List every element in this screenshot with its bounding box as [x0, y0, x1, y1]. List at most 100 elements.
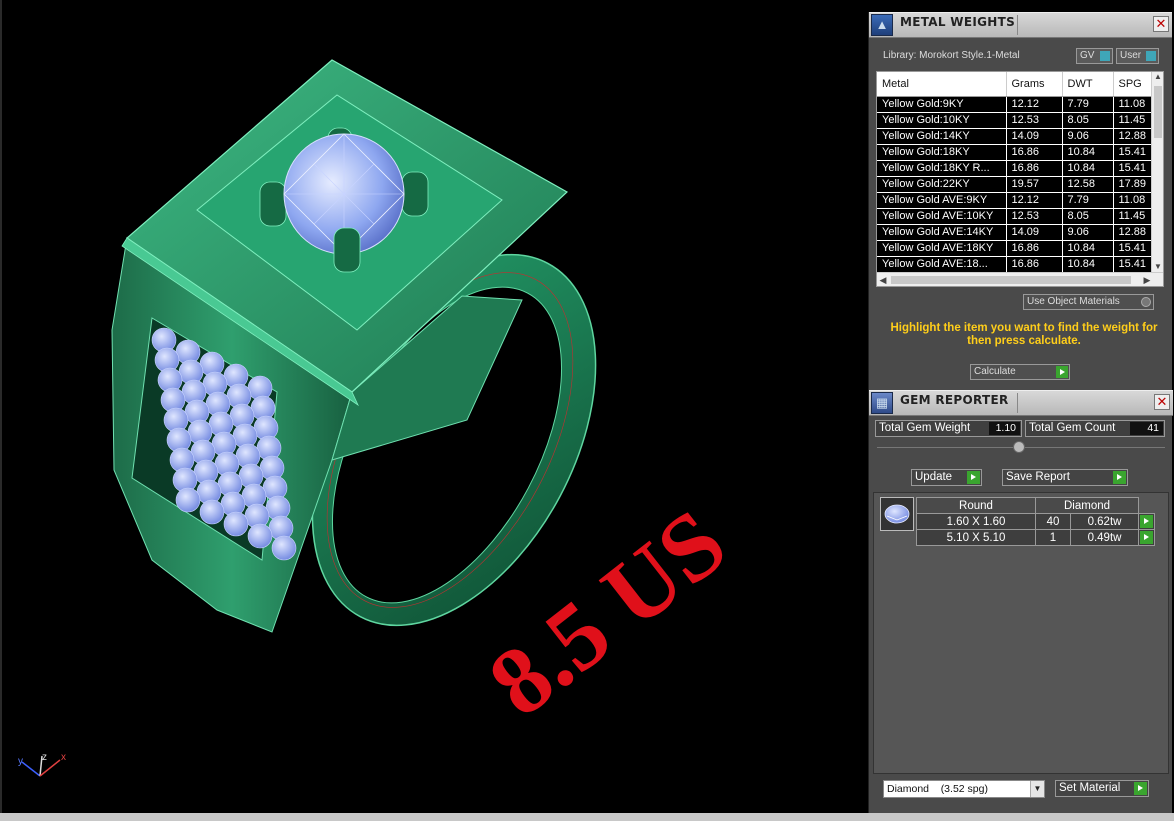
table-row[interactable]: Yellow Gold AVE:18... 16.86 10.84 15.41 [877, 256, 1154, 273]
table-cell: Yellow Gold AVE:10KY [877, 208, 1007, 225]
pave-gem [175, 487, 201, 513]
table-cell: 8.05 [1062, 112, 1114, 129]
table-cell: 12.53 [1006, 208, 1063, 225]
table-cell: 7.79 [1062, 96, 1114, 113]
gem-material-select[interactable]: Diamond (3.52 spg) ▼ [883, 780, 1045, 798]
metal-weights-icon: ▲ [871, 14, 893, 36]
table-cell: 12.53 [1006, 112, 1063, 129]
table-cell: 10.84 [1062, 160, 1114, 177]
axis-y-label: y [18, 756, 23, 767]
close-icon[interactable]: ✕ [1153, 16, 1169, 32]
play-arrow-icon[interactable] [1140, 531, 1153, 544]
table-cell: Yellow Gold:9KY [877, 96, 1007, 113]
use-object-materials-option[interactable]: Use Object Materials [1023, 294, 1154, 310]
update-button[interactable]: Update [911, 469, 982, 486]
scroll-thumb[interactable] [891, 276, 1131, 284]
table-cell: 16.86 [1006, 256, 1063, 273]
table-row[interactable]: Yellow Gold:14KY 14.09 9.06 12.88 [877, 128, 1154, 145]
pave-gem [199, 499, 225, 525]
table-cell: Yellow Gold:22KY [877, 176, 1007, 193]
table-row[interactable]: Yellow Gold:18KY R... 16.86 10.84 15.41 [877, 160, 1154, 177]
table-cell: 12.88 [1113, 128, 1154, 145]
save-report-button[interactable]: Save Report [1002, 469, 1128, 486]
table-cell: Yellow Gold AVE:9KY [877, 192, 1007, 209]
play-arrow-icon [1056, 366, 1068, 378]
scroll-right-icon[interactable]: ▶ [1141, 273, 1153, 286]
gem-row[interactable]: 5.10 X 5.10 1 0.49tw [916, 529, 1155, 546]
table-row[interactable]: Yellow Gold:10KY 12.53 8.05 11.45 [877, 112, 1154, 129]
horizontal-scrollbar[interactable]: ◀ ▶ [877, 272, 1163, 286]
column-header[interactable]: DWT [1062, 72, 1114, 97]
table-cell: 11.08 [1113, 96, 1154, 113]
table-cell: 16.86 [1006, 144, 1063, 161]
table-row[interactable]: Yellow Gold AVE:14KY 14.09 9.06 12.88 [877, 224, 1154, 241]
metal-weights-table[interactable]: Metal Grams DWT SPG Yellow Gold:9KY 12.12 7.7… [876, 71, 1164, 287]
gem-size-cell: 1.60 X 1.60 [916, 513, 1036, 530]
gem-slider-handle[interactable] [1013, 441, 1025, 453]
gem-weight-cell: 0.62tw [1070, 513, 1139, 530]
gem-row[interactable]: 1.60 X 1.60 40 0.62tw [916, 513, 1155, 530]
table-cell: 11.08 [1113, 192, 1154, 209]
table-cell: 11.45 [1113, 112, 1154, 129]
total-gem-weight-value: 1.10 [989, 422, 1020, 435]
gem-table[interactable]: Round Diamond 1.60 X 1.60 40 0.62tw 5.10 X … [916, 497, 1155, 546]
header-divider [1017, 393, 1018, 413]
set-material-label: Set Material [1059, 782, 1121, 794]
total-gem-weight-label: Total Gem Weight [879, 422, 971, 434]
3d-viewport[interactable]: 8.5 US y z x [0, 0, 868, 813]
metal-weights-header: ▲ METAL WEIGHTS ✕ [869, 12, 1172, 38]
play-arrow-icon [1134, 782, 1147, 795]
play-arrow-icon [967, 471, 980, 484]
gem-row-action[interactable] [1138, 529, 1155, 546]
gem-material-header: Diamond [1035, 497, 1139, 514]
chevron-down-icon[interactable]: ▼ [1030, 781, 1044, 797]
gv-toggle[interactable]: GV [1076, 48, 1113, 64]
user-toggle[interactable]: User [1116, 48, 1159, 64]
gem-list[interactable]: Round Diamond 1.60 X 1.60 40 0.62tw 5.10 X … [873, 492, 1169, 774]
gem-count-cell: 1 [1034, 529, 1072, 546]
calculate-button[interactable]: Calculate [970, 364, 1070, 380]
axis-z-label: z [42, 752, 47, 763]
table-row[interactable]: Yellow Gold:18KY 16.86 10.84 15.41 [877, 144, 1154, 161]
table-cell: 10.84 [1062, 240, 1114, 257]
pave-gem [223, 511, 249, 537]
gem-row-action[interactable] [1138, 513, 1155, 530]
gem-reporter-panel: ▦ GEM REPORTER ✕ Total Gem Weight 1.10 T… [869, 390, 1173, 813]
play-arrow-icon[interactable] [1140, 515, 1153, 528]
scroll-left-icon[interactable]: ◀ [877, 273, 889, 286]
column-header[interactable]: SPG [1113, 72, 1154, 97]
table-row[interactable]: Yellow Gold:22KY 19.57 12.58 17.89 [877, 176, 1154, 193]
table-cell: Yellow Gold AVE:14KY [877, 224, 1007, 241]
scroll-up-icon[interactable]: ▲ [1152, 72, 1163, 84]
set-material-button[interactable]: Set Material [1055, 780, 1149, 797]
gem-weight-cell: 0.49tw [1070, 529, 1139, 546]
user-toggle-label: User [1120, 50, 1142, 61]
panel-gap [868, 0, 1174, 12]
table-row[interactable]: Yellow Gold AVE:18KY 16.86 10.84 15.41 [877, 240, 1154, 257]
table-row[interactable]: Yellow Gold AVE:10KY 12.53 8.05 11.45 [877, 208, 1154, 225]
pave-gem [271, 535, 297, 561]
table-cell: Yellow Gold AVE:18KY [877, 240, 1007, 257]
radio-icon[interactable] [1141, 297, 1151, 307]
scroll-thumb[interactable] [1154, 86, 1162, 138]
close-icon[interactable]: ✕ [1154, 394, 1170, 410]
table-cell: 14.09 [1006, 128, 1063, 145]
table-row[interactable]: Yellow Gold:9KY 12.12 7.79 11.08 [877, 96, 1154, 113]
vertical-scrollbar[interactable]: ▲ ▼ [1151, 72, 1163, 274]
library-label: Library: Morokort Style.1-Metal [883, 50, 1020, 61]
axis-x-label: x [61, 752, 66, 763]
gem-count-cell: 40 [1034, 513, 1072, 530]
table-row[interactable]: Yellow Gold AVE:9KY 12.12 7.79 11.08 [877, 192, 1154, 209]
table-cell: 12.12 [1006, 96, 1063, 113]
use-object-materials-label: Use Object Materials [1027, 296, 1120, 307]
column-header[interactable]: Grams [1006, 72, 1063, 97]
table-cell: 12.88 [1113, 224, 1154, 241]
table-cell: 15.41 [1113, 240, 1154, 257]
column-header[interactable]: Metal [877, 72, 1007, 97]
gem-shape-header: Round [916, 497, 1036, 514]
header-spacer [1139, 498, 1155, 514]
update-label: Update [915, 471, 953, 483]
axis-triad: y z x [18, 752, 66, 777]
toggle-knob-icon [1100, 51, 1110, 61]
gem-reporter-icon: ▦ [871, 392, 893, 414]
